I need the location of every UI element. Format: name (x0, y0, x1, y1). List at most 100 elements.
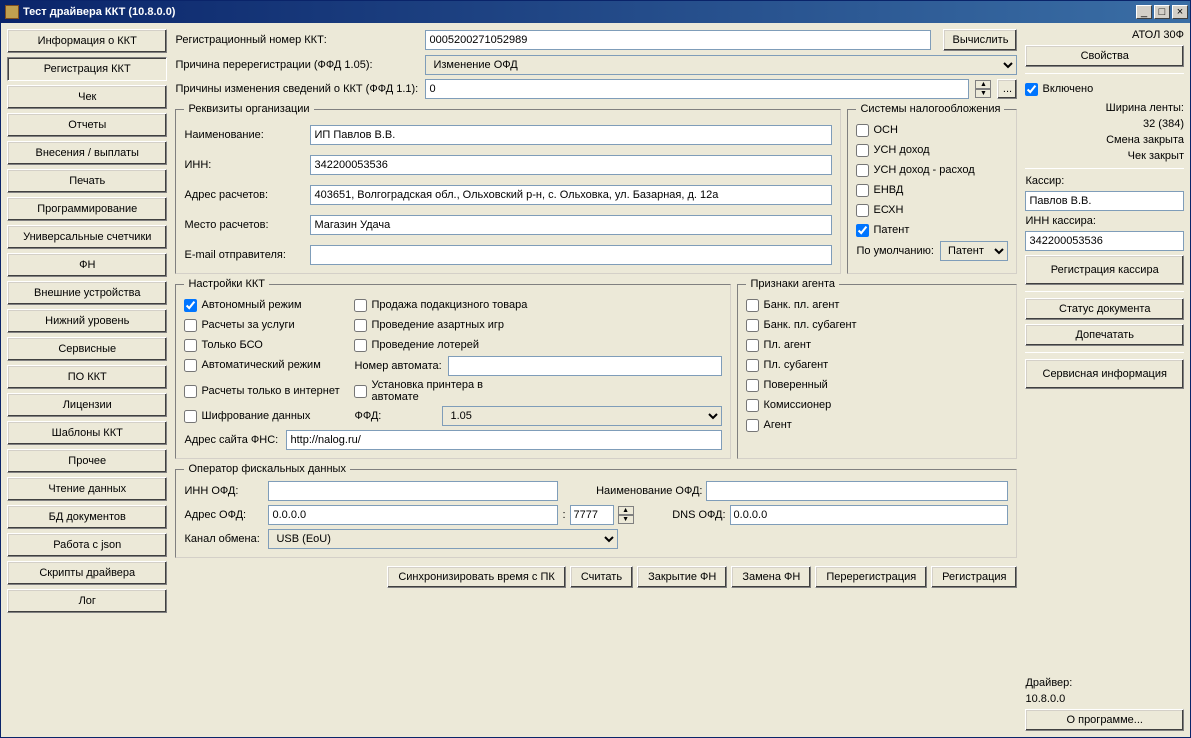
nav-item[interactable]: Отчеты (7, 113, 167, 137)
tax-checkbox[interactable] (856, 204, 869, 217)
footer-button[interactable]: Закрытие ФН (637, 566, 727, 588)
ofd-channel-select[interactable]: USB (EoU) (268, 529, 618, 549)
internet-only-checkbox[interactable] (184, 385, 197, 398)
nav-item[interactable]: Прочее (7, 449, 167, 473)
reprint-button[interactable]: Допечатать (1025, 324, 1184, 346)
org-name-input[interactable] (310, 125, 832, 145)
window-title: Тест драйвера ККТ (10.8.0.0) (23, 6, 1134, 18)
org-email-input[interactable] (310, 245, 832, 265)
nav-item[interactable]: Нижний уровень (7, 309, 167, 333)
main-panel: Регистрационный номер ККТ: Вычислить При… (175, 29, 1017, 731)
agent-checkbox[interactable] (746, 299, 759, 312)
minimize-button[interactable]: _ (1136, 5, 1152, 19)
ofd-legend: Оператор фискальных данных (184, 463, 349, 475)
agent-checkbox[interactable] (746, 339, 759, 352)
tax-item-label: ОСН (873, 124, 897, 136)
org-inn-input[interactable] (310, 155, 832, 175)
printer-auto-checkbox[interactable] (354, 385, 367, 398)
kkt-checkbox[interactable] (354, 299, 367, 312)
ofd-name-input[interactable] (706, 481, 1008, 501)
footer-button[interactable]: Перерегистрация (815, 566, 927, 588)
nav-item[interactable]: Скрипты драйвера (7, 561, 167, 585)
fns-input[interactable] (286, 430, 722, 450)
ofd-port-input[interactable] (570, 505, 614, 525)
nav-item[interactable]: Лог (7, 589, 167, 613)
kkt-checkbox[interactable] (184, 299, 197, 312)
nav-item[interactable]: Внешние устройства (7, 281, 167, 305)
kkt-checkbox[interactable] (354, 339, 367, 352)
enabled-checkbox[interactable] (1025, 83, 1038, 96)
nav-item[interactable]: Универсальные счетчики (7, 225, 167, 249)
properties-button[interactable]: Свойства (1025, 45, 1184, 67)
tax-checkbox[interactable] (856, 124, 869, 137)
ofd-inn-input[interactable] (268, 481, 558, 501)
nav-item[interactable]: Чтение данных (7, 477, 167, 501)
port-spin-down[interactable]: ▼ (618, 515, 634, 524)
nav-item[interactable]: Лицензии (7, 393, 167, 417)
port-spin-up[interactable]: ▲ (618, 506, 634, 515)
ofd-addr-input[interactable] (268, 505, 558, 525)
tax-default-select[interactable]: Патент (940, 241, 1009, 261)
cashier-input[interactable] (1025, 191, 1184, 211)
machine-no-input[interactable] (448, 356, 723, 376)
encrypt-checkbox[interactable] (184, 410, 197, 423)
fns-label: Адрес сайта ФНС: (184, 434, 280, 446)
maximize-button[interactable]: □ (1154, 5, 1170, 19)
agent-checkbox[interactable] (746, 379, 759, 392)
nav-item[interactable]: Информация о ККТ (7, 29, 167, 53)
nav-item[interactable]: Печать (7, 169, 167, 193)
nav-item[interactable]: БД документов (7, 505, 167, 529)
ffd-select[interactable]: 1.05 (442, 406, 722, 426)
ffd-label: ФФД: (354, 410, 432, 422)
about-button[interactable]: О программе... (1025, 709, 1184, 731)
tax-checkbox[interactable] (856, 184, 869, 197)
org-place-input[interactable] (310, 215, 832, 235)
change-reasons-more-button[interactable]: ... (997, 79, 1017, 99)
cashier-inn-input[interactable] (1025, 231, 1184, 251)
agent-checkbox[interactable] (746, 419, 759, 432)
footer-button[interactable]: Синхронизировать время с ПК (387, 566, 566, 588)
tax-item-label: ЕНВД (873, 184, 903, 196)
change-reasons-input[interactable] (425, 79, 969, 99)
tax-checkbox[interactable] (856, 224, 869, 237)
footer-button[interactable]: Считать (570, 566, 633, 588)
agent-checkbox[interactable] (746, 319, 759, 332)
kkt-checkbox[interactable] (184, 339, 197, 352)
agent-checkbox[interactable] (746, 399, 759, 412)
service-info-button[interactable]: Сервисная информация (1025, 359, 1184, 389)
nav-item[interactable]: ПО ККТ (7, 365, 167, 389)
rereg-reason-select[interactable]: Изменение ОФД (425, 55, 1017, 75)
tax-checkbox[interactable] (856, 164, 869, 177)
ofd-dns-input[interactable] (730, 505, 1009, 525)
nav-item[interactable]: ФН (7, 253, 167, 277)
doc-status-button[interactable]: Статус документа (1025, 298, 1184, 320)
reg-no-input[interactable] (425, 30, 931, 50)
kkt-checkbox[interactable] (184, 359, 197, 372)
nav-item[interactable]: Работа с json (7, 533, 167, 557)
tax-checkbox[interactable] (856, 144, 869, 157)
org-addr-input[interactable] (310, 185, 832, 205)
agent-checkbox[interactable] (746, 359, 759, 372)
calc-button[interactable]: Вычислить (943, 29, 1017, 51)
spin-down[interactable]: ▼ (975, 89, 991, 98)
kkt-checkbox[interactable] (184, 319, 197, 332)
org-legend: Реквизиты организации (184, 103, 313, 115)
org-fieldset: Реквизиты организации Наименование: ИНН:… (175, 103, 841, 274)
nav-item[interactable]: Шаблоны ККТ (7, 421, 167, 445)
footer-button[interactable]: Замена ФН (731, 566, 811, 588)
agent-item-label: Агент (763, 419, 791, 431)
spin-up[interactable]: ▲ (975, 80, 991, 89)
footer-button[interactable]: Регистрация (931, 566, 1017, 588)
encrypt-label: Шифрование данных (201, 410, 310, 422)
nav-item[interactable]: Внесения / выплаты (7, 141, 167, 165)
reg-cashier-button[interactable]: Регистрация кассира (1025, 255, 1184, 285)
ofd-name-label: Наименование ОФД: (562, 485, 702, 497)
close-button[interactable]: × (1172, 5, 1188, 19)
nav-item[interactable]: Программирование (7, 197, 167, 221)
agent-item-label: Пл. субагент (763, 359, 828, 371)
kkt-checkbox[interactable] (354, 319, 367, 332)
nav-item[interactable]: Чек (7, 85, 167, 109)
nav-item[interactable]: Регистрация ККТ (7, 57, 167, 81)
nav-item[interactable]: Сервисные (7, 337, 167, 361)
kkt-fieldset: Настройки ККТ Автономный режимРасчеты за… (175, 278, 731, 459)
